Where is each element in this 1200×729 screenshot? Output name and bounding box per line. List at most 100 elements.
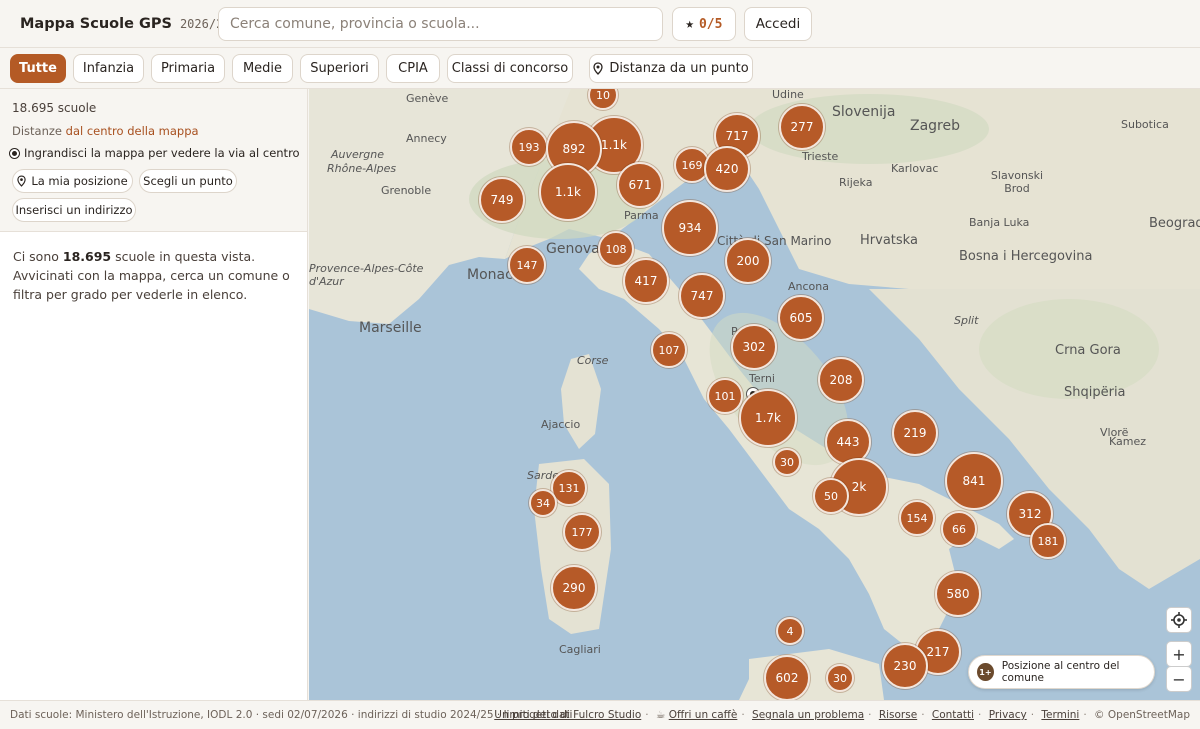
legend-badge: 1+: [977, 663, 994, 681]
privacy-link[interactable]: Privacy: [989, 709, 1027, 721]
contacts-link[interactable]: Contatti: [932, 709, 974, 721]
school-cluster[interactable]: 1.7k: [739, 389, 797, 447]
school-cluster[interactable]: 66: [941, 511, 977, 547]
place-label: Marseille: [359, 320, 422, 336]
map-legend: 1+ Posizione al centro del comune: [968, 655, 1155, 689]
place-label: Ajaccio: [541, 418, 581, 431]
footer-right: Un progetto di Fulcro Studio · ☕ Offri un…: [494, 709, 1190, 721]
school-cluster[interactable]: 934: [662, 200, 718, 256]
school-cluster[interactable]: 200: [725, 238, 771, 284]
coffee-icon: ☕: [655, 709, 666, 721]
place-label: Hrvatska: [860, 233, 918, 248]
place-label: Cagliari: [559, 643, 601, 656]
filter-infanzia[interactable]: Infanzia: [73, 54, 144, 83]
school-cluster[interactable]: 50: [813, 478, 849, 514]
place-label: Kamez: [1109, 435, 1147, 448]
sidebar-message: Ci sono 18.695 scuole in questa vista. A…: [13, 247, 298, 304]
school-cluster[interactable]: 177: [563, 513, 601, 551]
crosshair-icon: [1171, 612, 1187, 628]
school-cluster[interactable]: 302: [731, 324, 777, 370]
app-header: Mappa Scuole GPS 2026/27 ★ 0/5 Accedi: [0, 0, 1200, 48]
school-cluster[interactable]: 417: [623, 258, 669, 304]
choose-point-button[interactable]: Scegli un punto: [139, 169, 237, 193]
my-position-label: La mia posizione: [31, 174, 128, 188]
distance-prefix: Distanze: [12, 124, 62, 138]
map[interactable]: Genève Udine Slovenija Zagreb Annecy Tri…: [309, 89, 1200, 700]
school-cluster[interactable]: 108: [598, 231, 634, 267]
school-cluster[interactable]: 747: [679, 273, 725, 319]
place-label: Slovenija: [832, 104, 896, 120]
school-cluster[interactable]: 154: [899, 500, 935, 536]
insert-address-button[interactable]: Inserisci un indirizzo: [12, 198, 136, 222]
school-cluster[interactable]: 107: [651, 332, 687, 368]
school-cluster[interactable]: 602: [764, 655, 810, 700]
school-cluster[interactable]: 219: [892, 410, 938, 456]
place-label: Parma: [624, 209, 659, 222]
school-cluster[interactable]: 841: [945, 452, 1003, 510]
filter-primaria[interactable]: Primaria: [151, 54, 225, 83]
zoom-in-button[interactable]: +: [1166, 641, 1192, 667]
place-label: Rijeka: [839, 176, 873, 189]
school-cluster[interactable]: 193: [510, 128, 548, 166]
school-cluster[interactable]: 1.1k: [539, 163, 597, 221]
filter-medie[interactable]: Medie: [232, 54, 293, 83]
school-cluster[interactable]: 30: [773, 448, 801, 476]
osm-attribution: © OpenStreetMap: [1094, 709, 1190, 721]
school-cluster[interactable]: 605: [778, 295, 824, 341]
filter-classi-di-concorso[interactable]: Classi di concorso: [447, 54, 573, 83]
school-count: 18.695 scuole: [12, 101, 97, 115]
brand[interactable]: Mappa Scuole GPS 2026/27: [12, 14, 231, 34]
school-cluster[interactable]: 277: [779, 104, 825, 150]
my-position-button[interactable]: La mia posizione: [12, 169, 133, 193]
place-label: Trieste: [802, 150, 839, 163]
zoom-out-button[interactable]: −: [1166, 666, 1192, 692]
school-cluster[interactable]: 181: [1030, 523, 1066, 559]
coffee-link[interactable]: Offri un caffè: [669, 709, 738, 721]
place-label: Slavonski Brod: [990, 169, 1044, 195]
footer: Dati scuole: Ministero dell'Istruzione, …: [0, 700, 1200, 729]
distance-reference-link[interactable]: dal centro della mappa: [66, 124, 199, 138]
legend-label: Posizione al centro del comune: [1001, 660, 1120, 684]
place-label: Bosna i Hercegovina: [959, 249, 1093, 264]
place-label: Rhône-Alpes: [327, 162, 397, 175]
filter-distanza-label: Distanza da un punto: [609, 61, 749, 76]
school-cluster[interactable]: 4: [776, 617, 804, 645]
school-cluster[interactable]: 208: [818, 357, 864, 403]
star-icon: ★: [685, 16, 694, 32]
location-pin-icon: [593, 62, 603, 75]
message-count: 18.695: [62, 249, 112, 264]
login-button[interactable]: Accedi: [744, 7, 812, 41]
school-cluster[interactable]: 101: [707, 378, 743, 414]
report-link[interactable]: Segnala un problema: [752, 709, 864, 721]
filter-cpia[interactable]: CPIA: [386, 54, 440, 83]
place-label: Karlovac: [891, 162, 939, 175]
distance-line: Distanze dal centro della mappa: [12, 124, 199, 138]
place-label: Terni: [749, 372, 775, 385]
place-label: Udine: [772, 89, 804, 101]
school-cluster[interactable]: 147: [508, 246, 546, 284]
school-cluster[interactable]: 749: [479, 177, 525, 223]
search-input[interactable]: [218, 7, 663, 41]
filter-distanza[interactable]: Distanza da un punto: [589, 54, 753, 83]
project-link[interactable]: Un progetto di Fulcro Studio: [494, 709, 641, 721]
place-label: Beograd: [1149, 216, 1200, 231]
school-cluster[interactable]: 671: [617, 162, 663, 208]
place-label: Provence-Alpes-Côte d'Azur: [309, 262, 424, 288]
favorites-button[interactable]: ★ 0/5: [672, 7, 736, 41]
terms-link[interactable]: Termini: [1041, 709, 1079, 721]
school-cluster[interactable]: 420: [704, 146, 750, 192]
place-label: Genève: [406, 92, 449, 105]
school-cluster[interactable]: 230: [882, 643, 928, 689]
message-prefix: Ci sono: [13, 249, 59, 264]
school-cluster[interactable]: 30: [826, 664, 854, 692]
school-cluster[interactable]: 34: [529, 489, 557, 517]
place-label: Grenoble: [381, 184, 432, 197]
filter-tutte[interactable]: Tutte: [10, 54, 66, 83]
school-cluster[interactable]: 290: [551, 565, 597, 611]
school-cluster[interactable]: 580: [935, 571, 981, 617]
resources-link[interactable]: Risorse: [879, 709, 917, 721]
locate-button[interactable]: [1166, 607, 1192, 633]
place-label: Annecy: [406, 132, 447, 145]
filter-superiori[interactable]: Superiori: [300, 54, 379, 83]
place-label: Crna Gora: [1055, 343, 1121, 358]
